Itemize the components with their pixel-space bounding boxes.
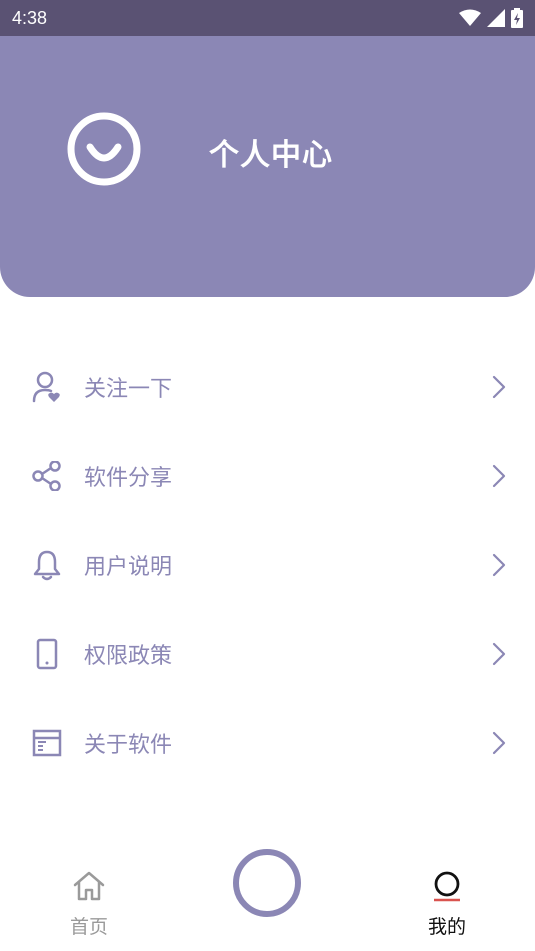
nav-mine-label: 我的 [427, 916, 466, 938]
bell-icon [30, 548, 64, 582]
menu-item-label: 用户说明 [84, 554, 173, 580]
nav-home-label: 首页 [69, 916, 108, 938]
status-icons [459, 8, 523, 28]
chevron-right-icon [492, 375, 506, 398]
menu-list: 关注一下 软件分享 用户说明 权限政策 关于软件 [0, 342, 535, 787]
menu-item-label: 关注一下 [84, 376, 173, 402]
menu-item-about[interactable]: 关于软件 [0, 698, 535, 787]
user-heart-icon [30, 370, 64, 404]
status-bar: 4:38 [0, 0, 535, 36]
menu-item-label: 软件分享 [84, 465, 173, 491]
status-time: 4:38 [12, 7, 48, 28]
chevron-right-icon [492, 553, 506, 576]
menu-item-follow[interactable]: 关注一下 [0, 342, 535, 431]
menu-item-label: 权限政策 [84, 643, 173, 669]
chevron-right-icon [492, 731, 506, 754]
home-icon [73, 871, 105, 901]
chevron-right-icon [492, 642, 506, 665]
share-icon [30, 459, 64, 493]
center-circle-button[interactable] [232, 848, 302, 918]
avatar-smile-icon[interactable] [66, 111, 142, 187]
nav-tab-mine[interactable]: 我的 [412, 868, 482, 943]
profile-header: 个人中心 [0, 36, 535, 297]
menu-item-user-guide[interactable]: 用户说明 [0, 520, 535, 609]
signal-icon [487, 9, 505, 27]
menu-item-permission-policy[interactable]: 权限政策 [0, 609, 535, 698]
profile-circle-icon [434, 871, 460, 902]
page-title: 个人中心 [209, 138, 333, 173]
window-icon [30, 726, 64, 760]
battery-icon [511, 8, 523, 28]
menu-item-share[interactable]: 软件分享 [0, 431, 535, 520]
bottom-nav: 首页 我的 [0, 838, 535, 951]
chevron-right-icon [492, 464, 506, 487]
menu-item-label: 关于软件 [84, 732, 173, 758]
nav-tab-home[interactable]: 首页 [54, 868, 124, 943]
wifi-icon [459, 9, 481, 26]
phone-icon [30, 637, 64, 671]
